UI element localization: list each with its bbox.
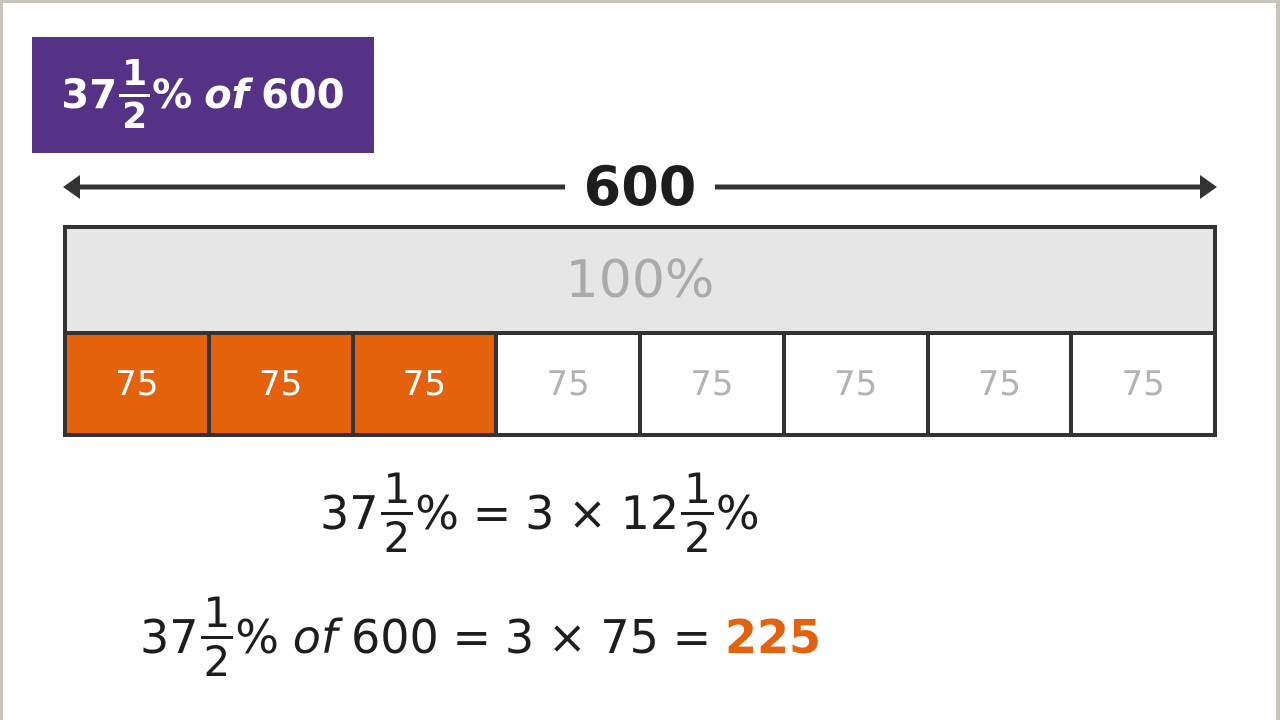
- title-whole: 37: [61, 72, 118, 118]
- title-numerator: 1: [119, 55, 151, 97]
- eq1-lhs-numerator: 1: [380, 467, 414, 515]
- eq1-rhs-fraction: 1 2: [681, 467, 714, 562]
- eq2-equals-1: =: [452, 610, 492, 664]
- part-cell-label: 75: [690, 364, 734, 404]
- title-of: of: [204, 72, 250, 118]
- whole-bar: 100%: [67, 229, 1213, 331]
- eq1-lhs-fraction: 1 2: [380, 467, 414, 562]
- part-cell: 75: [498, 335, 638, 433]
- title-fraction: 1 2: [119, 55, 151, 137]
- part-cell-label: 75: [546, 364, 590, 404]
- part-cell: 75: [785, 335, 926, 433]
- part-cells: 75 75 75 75 75 75 75 75: [67, 335, 1213, 433]
- part-cell-label: 75: [1121, 364, 1165, 404]
- eq1-rhs-whole: 12: [620, 486, 680, 540]
- part-cell: 75: [642, 335, 782, 433]
- eq1-lhs-percent: %: [415, 486, 459, 540]
- eq1-lhs-whole: 37: [320, 486, 379, 540]
- part-cell-label: 75: [977, 364, 1021, 404]
- equation-result: 37 1 2 % of 600 = 3 × 75 = 225: [140, 582, 821, 692]
- eq1-rhs-percent: %: [715, 486, 760, 540]
- eq2-lhs-denominator: 2: [203, 636, 231, 686]
- eq2-lhs-numerator: 1: [200, 591, 234, 639]
- eq2-part: 75: [600, 610, 659, 664]
- part-cell: 75: [1073, 335, 1213, 433]
- question-title: 37 1 2 % of 600: [32, 37, 374, 153]
- eq2-answer: 225: [725, 610, 822, 664]
- part-cell-label: 75: [833, 364, 878, 404]
- part-cell-label: 75: [402, 364, 446, 404]
- eq2-lhs-fraction: 1 2: [200, 591, 234, 686]
- bar-model: 100% 75 75 75 75 75 75 75 75: [63, 225, 1217, 437]
- total-label: 600: [565, 157, 715, 217]
- eq2-factor: 3: [504, 610, 535, 664]
- part-cell-label: 75: [115, 364, 159, 404]
- eq2-times: ×: [547, 610, 587, 664]
- part-cell-label: 75: [258, 364, 303, 404]
- equation-percent-split: 37 1 2 % = 3 × 12 1 2 %: [320, 458, 760, 568]
- arrow-head-right-icon: [1200, 175, 1217, 199]
- eq1-rhs-denominator: 2: [684, 512, 711, 562]
- eq2-lhs-whole: 37: [140, 610, 199, 664]
- title-percent: %: [152, 72, 193, 118]
- eq1-equals: =: [472, 486, 512, 540]
- eq1-factor: 3: [525, 486, 555, 540]
- title-mixed-number: 37 1 2 %: [61, 55, 193, 137]
- part-cell-shaded: 75: [354, 335, 495, 433]
- eq2-amount: 600: [350, 610, 439, 664]
- eq2-lhs-percent: %: [235, 610, 279, 664]
- eq1-lhs-denominator: 2: [383, 512, 411, 562]
- title-amount: 600: [261, 72, 345, 118]
- eq2-of: of: [292, 610, 338, 664]
- eq1-rhs-numerator: 1: [681, 467, 714, 515]
- arrow-head-left-icon: [63, 175, 80, 199]
- title-denominator: 2: [122, 95, 148, 137]
- part-cell-shaded: 75: [67, 335, 207, 433]
- part-cell: 75: [929, 335, 1070, 433]
- whole-label: 100%: [565, 250, 715, 310]
- part-cell-shaded: 75: [210, 335, 351, 433]
- eq1-times: ×: [568, 486, 607, 540]
- eq2-equals-2: =: [672, 610, 712, 664]
